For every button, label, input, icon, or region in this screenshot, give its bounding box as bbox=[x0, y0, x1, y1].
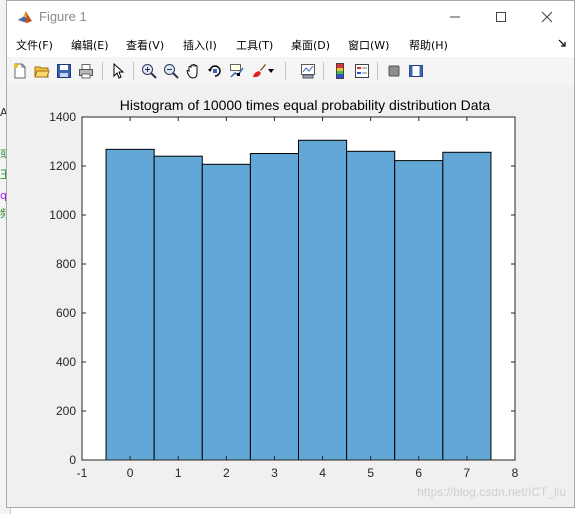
histogram-bar[interactable] bbox=[346, 150, 396, 461]
histogram-bar[interactable] bbox=[249, 153, 299, 461]
figure-toolbar bbox=[7, 57, 574, 86]
histogram-bar[interactable] bbox=[153, 155, 203, 461]
legend-icon[interactable] bbox=[352, 61, 372, 81]
y-tick-label: 0 bbox=[69, 453, 76, 467]
toolbar-separator bbox=[377, 62, 378, 80]
save-icon[interactable] bbox=[54, 61, 74, 81]
maximize-icon[interactable] bbox=[478, 1, 524, 33]
x-tick-label: 2 bbox=[223, 466, 230, 480]
figure-window: Figure 1 文件(F) 编辑(E) 查看(V) 插入(I) 工具(T) 桌… bbox=[6, 0, 575, 508]
x-tick-label: -1 bbox=[77, 466, 88, 480]
watermark-text: https://blog.csdn.net/ICT_liu bbox=[417, 485, 566, 499]
y-tick-label: 400 bbox=[56, 355, 76, 369]
close-icon[interactable] bbox=[524, 1, 570, 33]
menu-window[interactable]: 窗口(W) bbox=[348, 37, 389, 53]
menu-file[interactable]: 文件(F) bbox=[16, 37, 53, 53]
open-file-icon[interactable] bbox=[32, 61, 52, 81]
histogram-bar[interactable] bbox=[105, 148, 155, 461]
toolbar-separator bbox=[323, 62, 324, 80]
x-tick-label: 6 bbox=[415, 466, 422, 480]
histogram-bar[interactable] bbox=[394, 160, 444, 461]
minimize-icon[interactable] bbox=[432, 1, 478, 33]
edit-plot-icon[interactable] bbox=[108, 61, 128, 81]
link-plot-icon[interactable] bbox=[298, 61, 318, 81]
y-tick-label: 1400 bbox=[49, 110, 76, 124]
colorbar-icon[interactable] bbox=[330, 61, 350, 81]
menu-insert[interactable]: 插入(I) bbox=[183, 37, 217, 53]
x-tick-label: 7 bbox=[464, 466, 471, 480]
x-tick-label: 1 bbox=[175, 466, 182, 480]
histogram-plot[interactable]: Histogram of 10000 times equal probabili… bbox=[7, 85, 574, 505]
menu-desktop[interactable]: 桌面(D) bbox=[291, 37, 330, 53]
hide-plot-tools-icon[interactable] bbox=[384, 61, 404, 81]
histogram-bar[interactable] bbox=[201, 163, 251, 461]
y-tick-label: 800 bbox=[56, 257, 76, 271]
brush-dropdown-icon[interactable] bbox=[265, 61, 277, 81]
toolbar-separator bbox=[285, 62, 286, 80]
menu-bar: 文件(F) 编辑(E) 查看(V) 插入(I) 工具(T) 桌面(D) 窗口(W… bbox=[7, 33, 574, 57]
x-tick-label: 8 bbox=[512, 466, 519, 480]
menu-view[interactable]: 查看(V) bbox=[126, 37, 164, 53]
title-bar[interactable]: Figure 1 bbox=[7, 1, 574, 33]
window-title: Figure 1 bbox=[39, 9, 87, 24]
show-plot-tools-icon[interactable] bbox=[406, 61, 426, 81]
print-icon[interactable] bbox=[76, 61, 96, 81]
toolbar-separator bbox=[133, 62, 134, 80]
x-tick-label: 5 bbox=[367, 466, 374, 480]
y-tick-label: 1200 bbox=[49, 159, 76, 173]
plot-title: Histogram of 10000 times equal probabili… bbox=[120, 97, 491, 113]
zoom-out-icon[interactable] bbox=[161, 61, 181, 81]
data-cursor-icon[interactable] bbox=[227, 61, 247, 81]
pan-icon[interactable] bbox=[183, 61, 203, 81]
menu-tools[interactable]: 工具(T) bbox=[236, 37, 273, 53]
matlab-logo-icon bbox=[17, 9, 33, 25]
y-tick-label: 200 bbox=[56, 404, 76, 418]
rotate-3d-icon[interactable] bbox=[205, 61, 225, 81]
histogram-bar[interactable] bbox=[298, 139, 348, 461]
x-tick-label: 3 bbox=[271, 466, 278, 480]
x-tick-label: 0 bbox=[127, 466, 134, 480]
menu-help[interactable]: 帮助(H) bbox=[409, 37, 448, 53]
zoom-in-icon[interactable] bbox=[139, 61, 159, 81]
menu-edit[interactable]: 编辑(E) bbox=[71, 37, 109, 53]
y-tick-label: 600 bbox=[56, 306, 76, 320]
toolbar-separator bbox=[102, 62, 103, 80]
new-figure-icon[interactable] bbox=[10, 61, 30, 81]
dock-arrow-icon[interactable] bbox=[558, 39, 566, 50]
y-tick-label: 1000 bbox=[49, 208, 76, 222]
histogram-bar[interactable] bbox=[442, 151, 492, 461]
x-tick-label: 4 bbox=[319, 466, 326, 480]
